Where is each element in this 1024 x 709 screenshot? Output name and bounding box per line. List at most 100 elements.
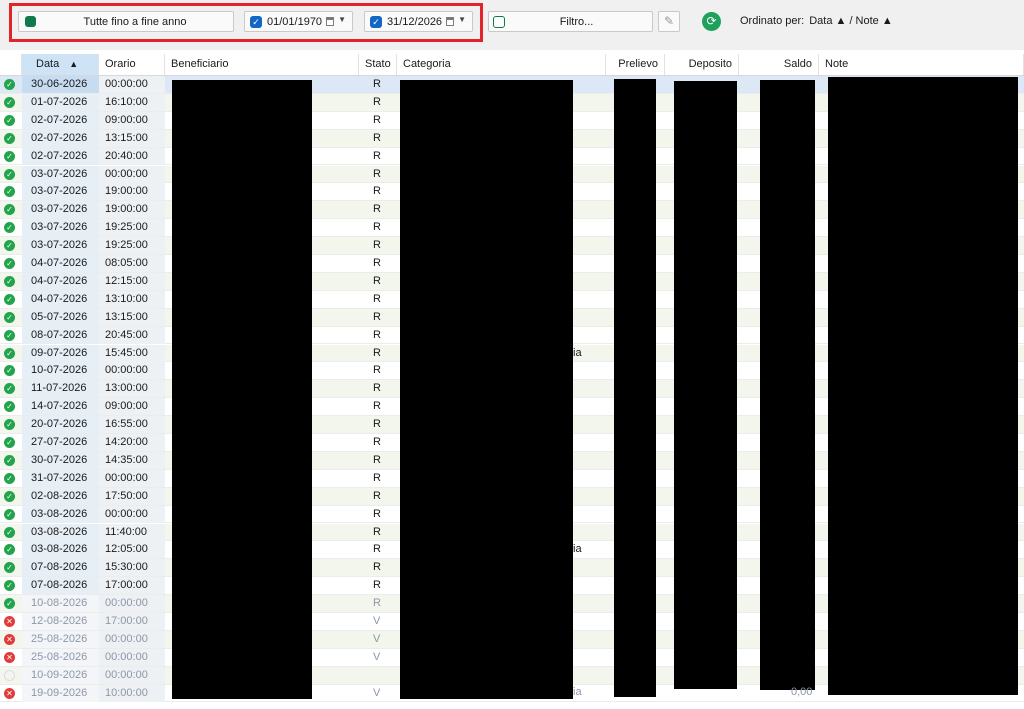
cell-time: 19:00:00 bbox=[99, 183, 165, 201]
cell-date: 25-08-2026 bbox=[22, 630, 99, 648]
cell-status: R bbox=[373, 328, 381, 341]
cell-status: R bbox=[373, 525, 381, 538]
category-fragment: ia bbox=[573, 347, 582, 359]
redaction-box bbox=[172, 80, 312, 699]
reconciled-check-icon: ✓ bbox=[4, 562, 15, 574]
header-status-icon-col[interactable] bbox=[0, 54, 22, 75]
reconciled-check-icon: ✓ bbox=[4, 437, 15, 448]
reconciled-check-icon: ✓ bbox=[4, 329, 15, 341]
redaction-box bbox=[674, 81, 737, 689]
cell-date: 19-09-2026 bbox=[22, 684, 99, 702]
refresh-icon[interactable]: ⟳ bbox=[702, 12, 721, 31]
cell-date: 02-08-2026 bbox=[22, 487, 99, 505]
cell-time: 20:45:00 bbox=[99, 326, 165, 344]
reconciled-check-icon: ✓ bbox=[4, 419, 15, 431]
cell-time: 17:50:00 bbox=[99, 487, 165, 505]
reconciled-check-icon: ✓ bbox=[4, 79, 15, 90]
cell-status: R bbox=[373, 543, 381, 556]
cell-date: 10-08-2026 bbox=[22, 595, 99, 613]
reconciled-check-icon: ✓ bbox=[4, 580, 15, 592]
cell-date: 11-07-2026 bbox=[22, 380, 99, 398]
cell-date: 03-08-2026 bbox=[22, 523, 99, 541]
header-balance[interactable]: Saldo bbox=[739, 54, 819, 75]
cell-status: R bbox=[373, 364, 381, 377]
cell-date: 25-08-2026 bbox=[22, 648, 99, 666]
cell-status: V bbox=[373, 615, 381, 627]
cell-date: 09-07-2026 bbox=[22, 344, 99, 362]
cell-status bbox=[359, 667, 397, 684]
header-deposit[interactable]: Deposito bbox=[665, 54, 739, 75]
cell-time: 13:15:00 bbox=[99, 129, 165, 147]
cell-date: 05-07-2026 bbox=[22, 308, 99, 326]
header-payee[interactable]: Beneficiario bbox=[165, 54, 359, 75]
header-withdrawal[interactable]: Prelievo bbox=[606, 54, 665, 75]
cell-status: R bbox=[373, 149, 381, 162]
cell-time: 16:55:00 bbox=[99, 416, 165, 434]
header-time[interactable]: Orario bbox=[99, 54, 165, 75]
reconciled-check-icon: ✓ bbox=[4, 96, 15, 108]
cell-date: 07-08-2026 bbox=[22, 559, 99, 577]
cell-date: 02-07-2026 bbox=[22, 147, 99, 165]
cell-time: 00:00:00 bbox=[99, 648, 165, 666]
cell-status: R bbox=[373, 400, 381, 413]
header-notes[interactable]: Note bbox=[819, 54, 1024, 75]
balance-fragment: 0,00 bbox=[791, 686, 813, 698]
cell-time: 20:40:00 bbox=[99, 147, 165, 165]
cell-time: 17:00:00 bbox=[99, 577, 165, 595]
cell-date: 03-07-2026 bbox=[22, 219, 99, 237]
filter-label: Filtro... bbox=[559, 16, 594, 28]
redaction-box bbox=[828, 77, 1018, 695]
cell-status: R bbox=[373, 257, 381, 269]
reconciled-check-icon: ✓ bbox=[4, 293, 15, 305]
sort-value: Data ▲ / Note ▲ bbox=[809, 15, 893, 27]
cell-date: 03-07-2026 bbox=[22, 201, 99, 219]
cell-status: R bbox=[373, 221, 381, 234]
sort-info: Ordinato per: Data ▲ / Note ▲ bbox=[740, 15, 893, 27]
cell-status: R bbox=[373, 346, 381, 359]
cell-time: 00:00:00 bbox=[99, 630, 165, 648]
reconciled-check-icon: ✓ bbox=[4, 311, 15, 323]
cell-date: 03-08-2026 bbox=[22, 505, 99, 523]
clear-filter-button[interactable]: ✎ bbox=[658, 11, 680, 32]
cell-date: 14-07-2026 bbox=[22, 398, 99, 416]
redaction-box bbox=[760, 80, 815, 690]
void-x-icon: ✕ bbox=[4, 616, 15, 627]
cell-status: V bbox=[373, 686, 381, 699]
cell-status: R bbox=[373, 95, 381, 108]
reconciled-check-icon: ✓ bbox=[4, 401, 15, 413]
filter-button[interactable]: Filtro... bbox=[488, 11, 653, 32]
cell-status: R bbox=[373, 113, 381, 126]
cell-time: 19:00:00 bbox=[99, 201, 165, 219]
cell-time: 00:00:00 bbox=[99, 165, 165, 183]
cell-status: R bbox=[373, 471, 381, 484]
cell-status: R bbox=[373, 203, 381, 216]
unmarked-icon bbox=[4, 669, 15, 681]
cell-date: 10-09-2026 bbox=[22, 666, 99, 684]
cell-time: 00:00:00 bbox=[99, 505, 165, 523]
cell-date: 31-07-2026 bbox=[22, 469, 99, 487]
grid-header: Data ▲ Orario Beneficiario Stato Categori… bbox=[0, 54, 1024, 76]
header-category[interactable]: Categoria bbox=[397, 54, 606, 75]
category-fragment: ia bbox=[573, 686, 582, 698]
cell-date: 07-08-2026 bbox=[22, 577, 99, 595]
eraser-icon: ✎ bbox=[664, 14, 675, 28]
cell-status: R bbox=[373, 78, 381, 90]
cell-time: 17:00:00 bbox=[99, 613, 165, 630]
reconciled-check-icon: ✓ bbox=[4, 132, 15, 144]
reconciled-check-icon: ✓ bbox=[4, 168, 15, 180]
header-status[interactable]: Stato bbox=[359, 54, 397, 75]
reconciled-check-icon: ✓ bbox=[4, 150, 15, 162]
cell-status: R bbox=[373, 597, 381, 610]
cell-time: 11:40:00 bbox=[99, 523, 165, 541]
header-date[interactable]: Data ▲ bbox=[22, 54, 99, 75]
reconciled-check-icon: ✓ bbox=[4, 222, 15, 234]
cell-date: 20-07-2026 bbox=[22, 416, 99, 434]
cell-date: 27-07-2026 bbox=[22, 434, 99, 451]
cell-time: 19:25:00 bbox=[99, 237, 165, 255]
cell-status: R bbox=[373, 489, 381, 502]
filter-indicator-icon bbox=[493, 16, 505, 28]
cell-date: 30-06-2026 bbox=[22, 76, 99, 93]
category-fragment: ia bbox=[573, 543, 582, 555]
cell-time: 15:30:00 bbox=[99, 559, 165, 577]
redaction-box bbox=[614, 79, 656, 697]
